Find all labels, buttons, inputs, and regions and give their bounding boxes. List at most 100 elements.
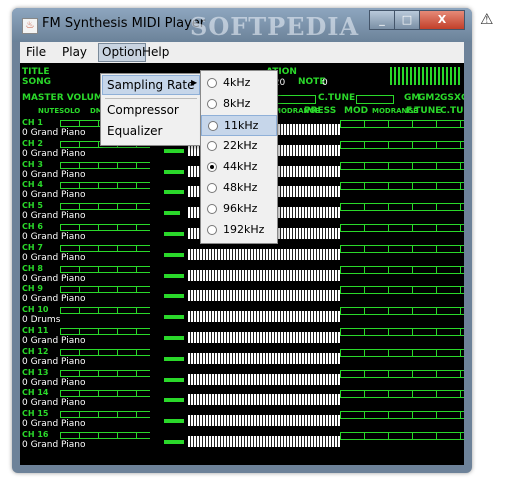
radio-icon <box>208 121 218 131</box>
channel-meters <box>340 120 464 128</box>
menu-item-sampling-rate[interactable]: Sampling Rate <box>107 78 195 92</box>
channel-meters <box>340 328 464 336</box>
rate-option[interactable]: 22kHz <box>201 136 277 157</box>
channel-controls[interactable] <box>60 244 150 252</box>
channel-label: CH 15 <box>22 409 49 419</box>
menu-play[interactable]: Play <box>62 45 87 59</box>
channel-controls[interactable] <box>60 203 150 211</box>
channel-keyboard[interactable] <box>188 394 340 406</box>
channel-meters <box>340 203 464 212</box>
channel-instrument: 0 Grand Piano <box>22 398 86 409</box>
song-label: SONG <box>22 77 52 87</box>
maximize-button[interactable]: □ <box>394 10 420 30</box>
radio-icon <box>207 225 217 235</box>
radio-icon <box>207 141 217 151</box>
rate-option[interactable]: 96kHz <box>201 199 277 220</box>
channel-meters <box>340 390 464 399</box>
channel-instrument: 0 Grand Piano <box>22 273 86 284</box>
channel-controls[interactable] <box>60 432 150 439</box>
radio-icon <box>207 183 217 193</box>
channel-level <box>164 211 180 216</box>
minimize-button[interactable]: _ <box>369 10 395 30</box>
channel-controls[interactable] <box>60 369 150 377</box>
java-app-icon: ♨ <box>22 18 38 34</box>
radio-icon <box>207 99 217 109</box>
rate-option[interactable]: 44kHz <box>201 157 277 178</box>
radio-icon <box>207 204 217 214</box>
channel-level <box>164 294 184 299</box>
option-menu-dropdown: Sampling Rate ▶ Compressor Equalizer <box>100 73 202 146</box>
channel-controls[interactable] <box>60 265 150 273</box>
channel-meters <box>340 265 464 274</box>
rate-option[interactable]: 48kHz <box>201 178 277 199</box>
channel-keyboard[interactable] <box>188 311 340 323</box>
mode-gs[interactable]: GS <box>440 93 454 103</box>
channel-label: CH 13 <box>22 367 49 377</box>
mode-xg[interactable]: XG <box>454 93 464 103</box>
rate-label: 96kHz <box>223 202 258 215</box>
channel-label: CH 11 <box>22 326 49 335</box>
channel-instrument: 0 Grand Piano <box>22 148 86 159</box>
rate-label: 8kHz <box>223 97 251 110</box>
channel-level <box>164 440 184 444</box>
close-button[interactable]: X <box>419 10 465 30</box>
menu-file[interactable]: File <box>26 45 46 59</box>
channel-controls[interactable] <box>60 390 150 398</box>
channel-keyboard[interactable] <box>188 373 340 385</box>
rate-option[interactable]: 11kHz <box>201 115 277 136</box>
channel-level <box>164 336 184 340</box>
channel-controls[interactable] <box>60 286 150 294</box>
channel-keyboard[interactable] <box>188 352 340 364</box>
channel-meters <box>340 369 464 378</box>
channel-keyboard[interactable] <box>188 290 340 302</box>
menu-option[interactable]: Option <box>98 43 147 62</box>
channel-controls[interactable] <box>60 411 150 419</box>
channel-keyboard[interactable] <box>188 269 340 281</box>
rate-option[interactable]: 8kHz <box>201 94 277 115</box>
channel-instrument: 0 Grand Piano <box>22 190 86 201</box>
channel-level <box>164 232 184 236</box>
title-bar[interactable]: ♨ FM Synthesis MIDI Player SOFTPEDIA _ □… <box>12 8 472 42</box>
rate-option[interactable]: 4kHz <box>201 73 277 94</box>
channel-instrument: 0 Grand Piano <box>22 336 86 346</box>
master-volume-label: MASTER VOLUM <box>22 93 103 103</box>
channel-meters <box>340 286 464 295</box>
channel-level <box>164 169 184 174</box>
channel-label: CH 2 <box>22 138 43 148</box>
channel-controls[interactable] <box>60 348 150 356</box>
channel-meters <box>340 244 464 253</box>
header-ftune: F.TUNE <box>406 106 442 116</box>
channel-meters <box>340 307 464 316</box>
channel-controls[interactable] <box>60 224 150 231</box>
header-nutesolo: NUTESOLO <box>38 107 81 115</box>
channel-controls[interactable] <box>60 328 150 335</box>
mode-gm2[interactable]: GM2 <box>418 93 441 103</box>
rate-label: 11kHz <box>224 119 259 132</box>
channel-keyboard[interactable] <box>188 415 340 427</box>
channel-label: CH 14 <box>22 388 49 398</box>
radio-icon <box>207 162 217 172</box>
ctune-bar <box>356 95 394 104</box>
channel-level <box>164 315 184 320</box>
channel-keyboard[interactable] <box>188 332 340 343</box>
menu-separator <box>105 98 197 99</box>
channel-label: CH 10 <box>22 305 49 315</box>
channel-keyboard[interactable] <box>188 248 340 260</box>
warning-icon: ⚠ <box>480 10 494 28</box>
menu-item-equalizer[interactable]: Equalizer <box>107 124 162 138</box>
menu-bar: File Play Option Help <box>20 42 464 63</box>
channel-label: CH 12 <box>22 346 49 356</box>
rate-label: 4kHz <box>223 76 251 89</box>
channel-controls[interactable] <box>60 161 150 169</box>
menu-help[interactable]: Help <box>142 45 169 59</box>
rate-option[interactable]: 192kHz <box>201 220 277 241</box>
channel-controls[interactable] <box>60 182 150 190</box>
menu-item-compressor[interactable]: Compressor <box>107 103 179 117</box>
channel-instrument: 0 Grand Piano <box>22 232 86 242</box>
sampling-rate-submenu: 4kHz 8kHz 11kHz 22kHz 44kHz 48kHz 96kHz … <box>200 70 278 244</box>
channel-instrument: 0 Grand Piano <box>22 377 86 388</box>
channel-keyboard[interactable] <box>188 436 340 447</box>
channel-meters <box>340 182 464 191</box>
channel-controls[interactable] <box>60 307 150 315</box>
channel-label: CH 5 <box>22 201 43 211</box>
